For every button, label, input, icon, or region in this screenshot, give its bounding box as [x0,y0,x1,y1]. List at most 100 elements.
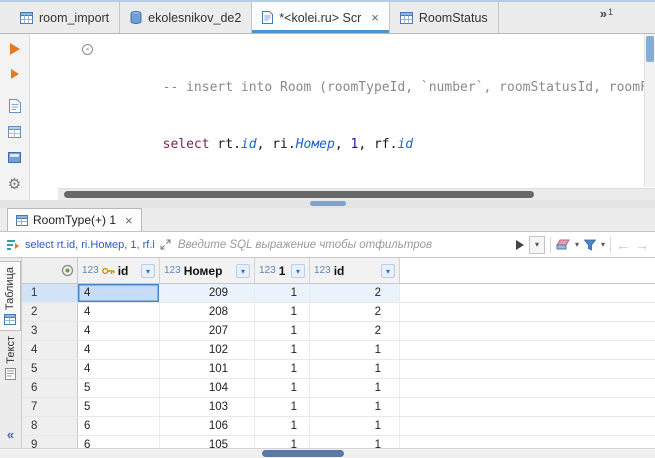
grid-tool-button[interactable] [6,126,24,138]
row-number[interactable]: 3 [22,322,78,340]
editor-tab-room-import[interactable]: room_import [10,2,120,33]
cell[interactable]: 106 [160,417,255,435]
cell[interactable]: 1 [310,360,400,378]
table-row[interactable]: 9 6 105 1 1 [22,436,655,448]
execute-script-button[interactable] [6,68,24,80]
sort-dropdown-icon[interactable]: ▾ [381,264,395,278]
sort-dropdown-icon[interactable]: ▾ [236,264,250,278]
row-number[interactable]: 4 [22,341,78,359]
panel-tool-button[interactable] [6,151,24,163]
cell[interactable]: 1 [255,284,310,302]
grid-hscrollbar[interactable] [0,448,655,458]
table-row[interactable]: 1 4 209 1 2 [22,284,655,303]
cell[interactable]: 4 [78,322,160,340]
column-header-1[interactable]: 123 1 ▾ [255,258,310,283]
cell[interactable]: 102 [160,341,255,359]
cell[interactable]: 2 [310,284,400,302]
settings-gear-icon[interactable]: ⚙ [6,176,24,192]
cell[interactable]: 1 [255,398,310,416]
cell[interactable]: 5 [78,379,160,397]
sql-editor[interactable]: - -- insert into Room (roomTypeId, `numb… [30,34,644,187]
table-row[interactable]: 2 4 208 1 2 [22,303,655,322]
cell[interactable]: 1 [310,379,400,397]
cell[interactable]: 1 [255,303,310,321]
table-row[interactable]: 7 5 103 1 1 [22,398,655,417]
sort-dropdown-icon[interactable]: ▾ [141,264,155,278]
close-icon[interactable]: × [371,10,379,25]
execute-statement-button[interactable] [6,43,24,55]
cell[interactable]: 2 [310,322,400,340]
cell[interactable]: 103 [160,398,255,416]
splitter-handle[interactable] [310,201,346,206]
cell[interactable]: 6 [78,436,160,448]
cell[interactable]: 104 [160,379,255,397]
editor-results-splitter[interactable] [0,200,655,208]
cell[interactable]: 208 [160,303,255,321]
cell[interactable]: 1 [255,322,310,340]
cell[interactable]: 1 [310,417,400,435]
cell[interactable]: 101 [160,360,255,378]
cell[interactable]: 1 [255,360,310,378]
editor-tab-roomstatus[interactable]: RoomStatus [390,2,499,33]
grid-hscrollbar-thumb[interactable] [262,450,344,457]
cell[interactable]: 1 [255,379,310,397]
editor-hscrollbar-thumb[interactable] [64,191,534,198]
column-header-id2[interactable]: 123 id ▾ [310,258,400,283]
select-all-icon[interactable] [61,264,74,277]
collapse-panel-icon[interactable]: « [7,427,14,442]
cell[interactable]: 2 [310,303,400,321]
cell[interactable]: 4 [78,341,160,359]
cell[interactable]: 1 [310,398,400,416]
cell[interactable]: 207 [160,322,255,340]
column-header-nomer[interactable]: 123 Номер ▾ [160,258,255,283]
erase-dropdown-icon[interactable]: ▾ [575,240,579,249]
expand-filter-icon[interactable] [160,239,171,250]
tab-overflow-button[interactable]: » 1 [600,2,613,33]
apply-filter-icon[interactable] [516,240,524,250]
cell[interactable]: 1 [255,417,310,435]
editor-vscrollbar-thumb[interactable] [646,36,654,62]
table-row[interactable]: 5 4 101 1 1 [22,360,655,379]
funnel-filter-icon[interactable] [584,239,596,251]
column-header-id[interactable]: 123 id ▾ [78,258,160,283]
cell[interactable]: 4 [78,303,160,321]
cell[interactable]: 209 [160,284,255,302]
view-tab-table[interactable]: Таблица [0,261,21,331]
row-number[interactable]: 8 [22,417,78,435]
row-number[interactable]: 9 [22,436,78,448]
history-forward-icon[interactable]: → [635,237,649,253]
funnel-dropdown-icon[interactable]: ▾ [601,240,605,249]
filter-input[interactable] [176,238,511,252]
fold-collapse-icon[interactable]: - [82,44,93,55]
editor-tab-kolei-script[interactable]: *<kolei.ru> Scr × [252,2,390,33]
row-number[interactable]: 1 [22,284,78,302]
row-number[interactable]: 5 [22,360,78,378]
close-icon[interactable]: × [125,213,133,228]
cell[interactable]: 1 [255,436,310,448]
sort-dropdown-icon[interactable]: ▾ [291,264,305,278]
editor-vscrollbar[interactable] [644,34,655,187]
editor-hscrollbar[interactable] [58,188,655,200]
view-tab-text[interactable]: Текст [5,331,17,385]
cell[interactable]: 4 [78,360,160,378]
table-row[interactable]: 4 4 102 1 1 [22,341,655,360]
cell[interactable]: 1 [255,341,310,359]
cell[interactable]: 6 [78,417,160,435]
erase-filter-icon[interactable] [556,239,570,250]
cell[interactable]: 1 [310,341,400,359]
cell[interactable]: 1 [310,436,400,448]
results-tab-roomtype[interactable]: RoomType(+) 1 × [7,208,142,231]
table-row[interactable]: 8 6 106 1 1 [22,417,655,436]
history-back-icon[interactable]: ← [616,237,630,253]
table-row[interactable]: 3 4 207 1 2 [22,322,655,341]
editor-tab-ekolesnikov-de2[interactable]: ekolesnikov_de2 [120,2,252,33]
cell[interactable]: 4 [78,284,160,302]
table-row[interactable]: 6 5 104 1 1 [22,379,655,398]
grid-corner-cell[interactable] [22,258,78,283]
cell[interactable]: 105 [160,436,255,448]
row-number[interactable]: 6 [22,379,78,397]
row-number[interactable]: 2 [22,303,78,321]
filter-dropdown-icon[interactable]: ▾ [529,236,545,254]
row-number[interactable]: 7 [22,398,78,416]
cell[interactable]: 5 [78,398,160,416]
